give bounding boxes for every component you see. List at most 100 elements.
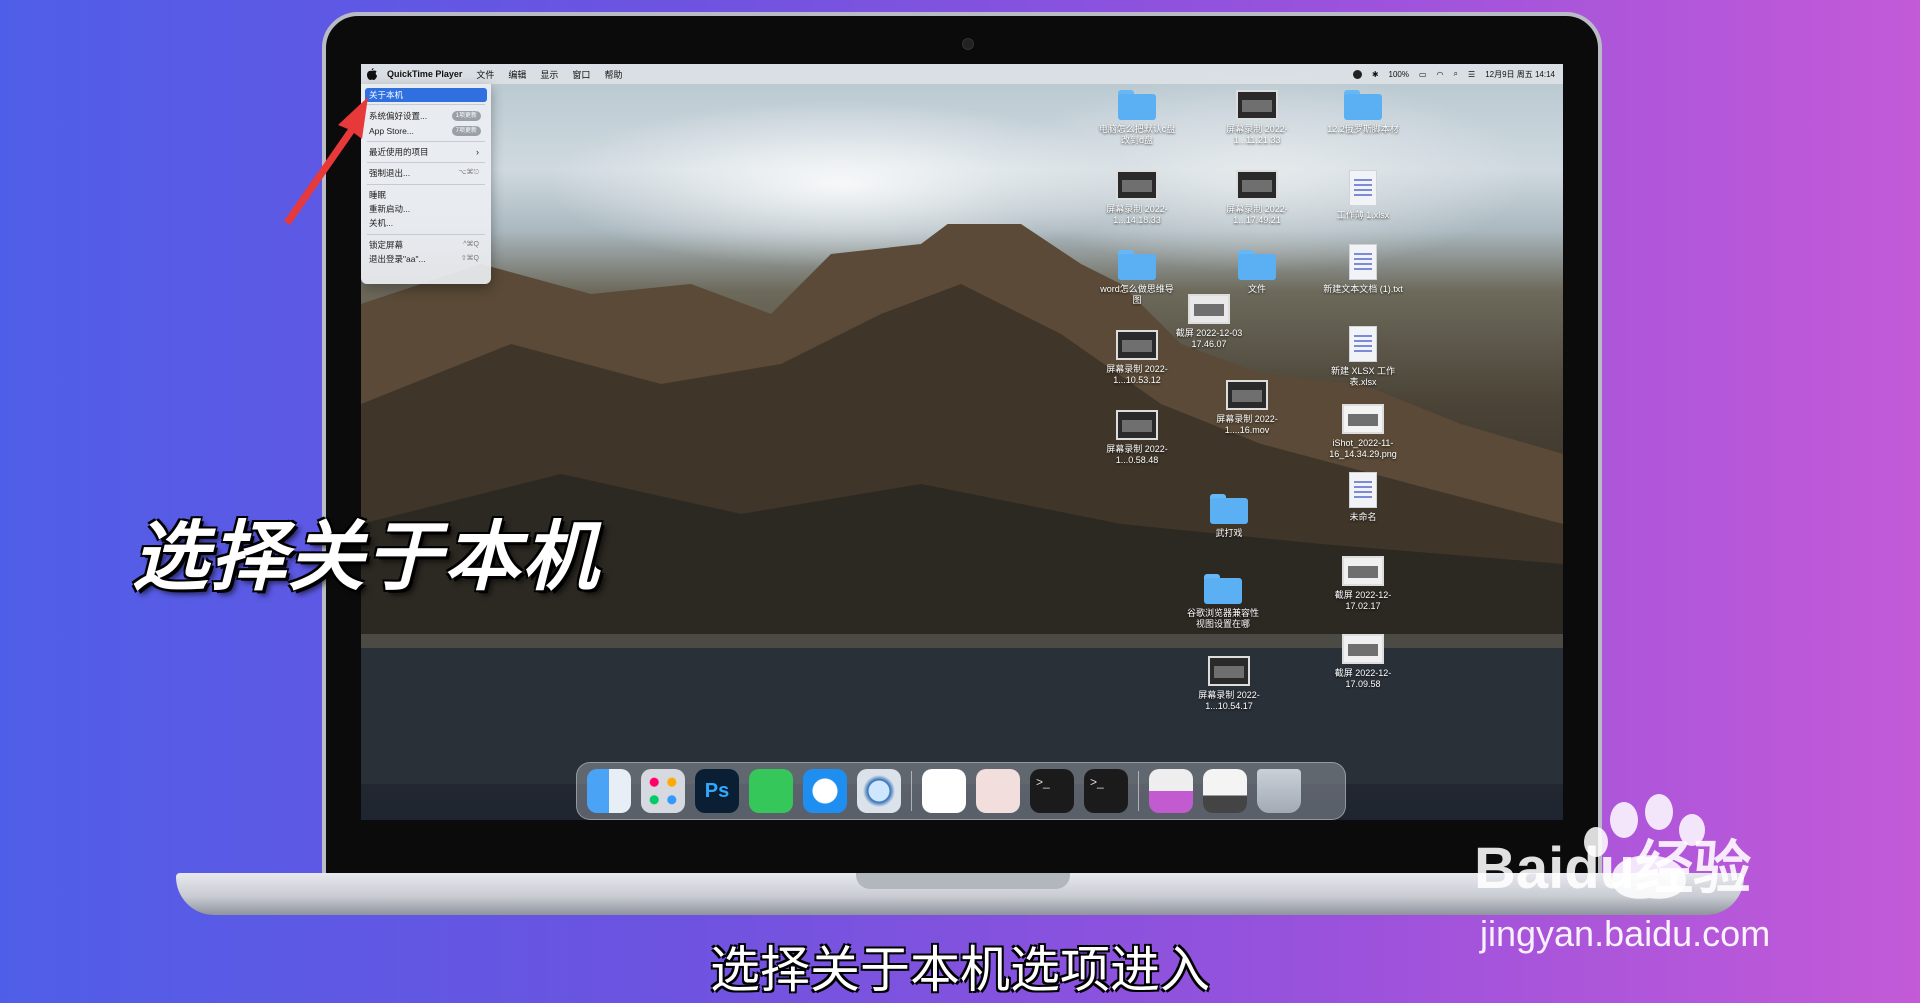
- desktop-folder[interactable]: 电脑怎么把默认c盘改到d盘: [1097, 90, 1177, 146]
- datetime[interactable]: 12月9日 周五 14:14: [1485, 69, 1555, 80]
- desktop-folder[interactable]: 武打戏: [1189, 494, 1269, 539]
- menu-item-force-quit[interactable]: 强制退出... ⌥⌘⎋: [365, 166, 487, 180]
- desktop-item-label: 工作薄 1.xlsx: [1336, 210, 1390, 220]
- video-thumbnail-icon: [1116, 170, 1158, 200]
- desktop-spreadsheet[interactable]: 新建 XLSX 工作表.xlsx: [1323, 326, 1403, 388]
- menu-app-name[interactable]: QuickTime Player: [387, 69, 462, 79]
- menu-item-label: 重新启动...: [369, 204, 411, 214]
- laptop-notch: [856, 873, 1070, 889]
- menu-item-label: App Store...: [369, 126, 414, 136]
- menu-shortcut: ⌥⌘⎋: [458, 169, 479, 176]
- desktop-folder[interactable]: word怎么做思维导图: [1097, 250, 1177, 306]
- desktop-video[interactable]: 屏幕录制 2022-1...10.54.17: [1189, 656, 1269, 712]
- desktop-video[interactable]: 屏幕录制 2022-1...11.21.33: [1217, 90, 1297, 146]
- control-center-icon[interactable]: ☰: [1468, 70, 1475, 79]
- lark-icon[interactable]: [922, 769, 966, 813]
- menu-edit[interactable]: 编辑: [508, 68, 526, 81]
- menu-item-shutdown[interactable]: 关机...: [365, 216, 487, 230]
- menu-item-about-this-mac[interactable]: 关于本机: [365, 88, 487, 102]
- menu-separator: [367, 184, 485, 185]
- menu-window[interactable]: 窗口: [572, 68, 590, 81]
- battery-icon[interactable]: ▭: [1419, 70, 1427, 79]
- menu-help[interactable]: 帮助: [604, 68, 622, 81]
- video-thumbnail-icon: [1236, 90, 1278, 120]
- desktop-video[interactable]: 屏幕录制 2022-1...10.53.12: [1097, 330, 1177, 386]
- menu-item-log-out[interactable]: 退出登录"aa"... ⇧⌘Q: [365, 252, 487, 266]
- search-icon[interactable]: ⌕: [1454, 69, 1458, 79]
- desktop-item-label: 谷歌浏览器兼容性视图设置在哪: [1186, 608, 1259, 629]
- messages-icon[interactable]: [749, 769, 793, 813]
- desktop-item-label: 截屏 2022-12-03 17.46.07: [1175, 328, 1243, 349]
- spreadsheet-icon: [1349, 326, 1377, 362]
- desktop-video[interactable]: 屏幕录制 2022-1...17.49.21: [1217, 170, 1297, 226]
- desktop-folder[interactable]: 文件: [1217, 250, 1297, 295]
- desktop-video[interactable]: 屏幕录制 2022-1...14.18.33: [1097, 170, 1177, 226]
- update-badge: 1项更新: [451, 111, 481, 121]
- folder-icon: [1210, 494, 1248, 524]
- quicktime-icon[interactable]: [857, 769, 901, 813]
- image-thumbnail-icon: [1342, 634, 1384, 664]
- launchpad-icon[interactable]: [641, 769, 685, 813]
- battery-percent: 100%: [1388, 69, 1409, 79]
- bluetooth-icon[interactable]: ✱: [1372, 70, 1379, 79]
- menu-separator: [367, 234, 485, 235]
- desktop-item-label: 截屏 2022-12-17.09.58: [1334, 668, 1392, 689]
- downloads-stack-icon[interactable]: [1203, 769, 1247, 813]
- wifi-icon[interactable]: ◠: [1437, 70, 1444, 79]
- menu-view[interactable]: 显示: [540, 68, 558, 81]
- terminal-icon[interactable]: >_: [1030, 769, 1074, 813]
- image-thumbnail-icon: [1342, 556, 1384, 586]
- desktop-folder[interactable]: 12.2俄罗斯脚本材: [1323, 90, 1403, 135]
- video-thumbnail-icon: [1208, 656, 1250, 686]
- apple-icon[interactable]: [367, 68, 377, 80]
- menu-bar: QuickTime Player 文件 编辑 显示 窗口 帮助 ✱ 100% ▭…: [361, 64, 1563, 84]
- desktop-screenshot[interactable]: 截屏 2022-12-17.09.58: [1323, 634, 1403, 690]
- desktop-item-label: 屏幕录制 2022-1...14.18.33: [1106, 204, 1168, 225]
- menu-item-label: 关于本机: [369, 90, 404, 100]
- recent-window-icon[interactable]: [1149, 769, 1193, 813]
- desktop-item-label: iShot_2022-11-16_14.34.29.png: [1329, 438, 1397, 459]
- desktop-folder[interactable]: 谷歌浏览器兼容性视图设置在哪: [1183, 574, 1263, 630]
- photoshop-icon[interactable]: Ps: [695, 769, 739, 813]
- menu-separator: [367, 104, 485, 105]
- watermark-url: jingyan.baidu.com: [1480, 913, 1771, 954]
- spreadsheet-icon: [1349, 170, 1377, 206]
- menu-separator: [367, 162, 485, 163]
- folder-icon: [1344, 90, 1382, 120]
- menu-item-label: 锁定屏幕: [369, 240, 404, 250]
- desktop-item-label: 屏幕录制 2022-1...0.58.48: [1106, 444, 1168, 465]
- desktop-item-label: 屏幕录制 2022-1....16.mov: [1216, 414, 1278, 435]
- desktop-item-label: 屏幕录制 2022-1...10.53.12: [1106, 364, 1168, 385]
- desktop-text-file[interactable]: 新建文本文档 (1).txt: [1323, 244, 1403, 295]
- desktop-video[interactable]: 屏幕录制 2022-1...0.58.48: [1097, 410, 1177, 466]
- desktop-spreadsheet[interactable]: 工作薄 1.xlsx: [1323, 170, 1403, 221]
- menu-file[interactable]: 文件: [476, 68, 494, 81]
- terminal-icon[interactable]: >_: [1084, 769, 1128, 813]
- video-thumbnail-icon: [1236, 170, 1278, 200]
- desktop-screenshot[interactable]: 截屏 2022-12-03 17.46.07: [1169, 294, 1249, 350]
- image-thumbnail-icon: [1188, 294, 1230, 324]
- desktop-item-label: 新建文本文档 (1).txt: [1323, 284, 1403, 294]
- desktop-item-label: 截屏 2022-12-17.02.17: [1334, 590, 1392, 611]
- desktop-document[interactable]: 未命名: [1323, 472, 1403, 523]
- trash-icon[interactable]: [1257, 769, 1301, 813]
- record-icon[interactable]: [1352, 69, 1362, 79]
- menu-item-restart[interactable]: 重新启动...: [365, 202, 487, 216]
- menu-item-recent-items[interactable]: 最近使用的项目 ›: [365, 145, 487, 159]
- menu-item-lock-screen[interactable]: 锁定屏幕 ^⌘Q: [365, 238, 487, 252]
- desktop-image[interactable]: iShot_2022-11-16_14.34.29.png: [1323, 404, 1403, 460]
- safari-icon[interactable]: [803, 769, 847, 813]
- overlay-title: 选择关于本机: [132, 515, 600, 600]
- desktop-screenshot[interactable]: 截屏 2022-12-17.02.17: [1323, 556, 1403, 612]
- menu-item-sleep[interactable]: 睡眠: [365, 188, 487, 202]
- dock-separator: [1138, 771, 1139, 811]
- menu-item-app-store[interactable]: App Store... 7项更新: [365, 124, 487, 138]
- menu-item-system-preferences[interactable]: 系统偏好设置... 1项更新: [365, 109, 487, 123]
- desktop-video[interactable]: 屏幕录制 2022-1....16.mov: [1207, 380, 1287, 436]
- image-thumbnail-icon: [1342, 404, 1384, 434]
- menu-item-label: 关机...: [369, 218, 394, 228]
- red-arrow-icon: [284, 97, 368, 225]
- vector-app-icon[interactable]: [976, 769, 1020, 813]
- finder-icon[interactable]: [587, 769, 631, 813]
- dock-separator: [911, 771, 912, 811]
